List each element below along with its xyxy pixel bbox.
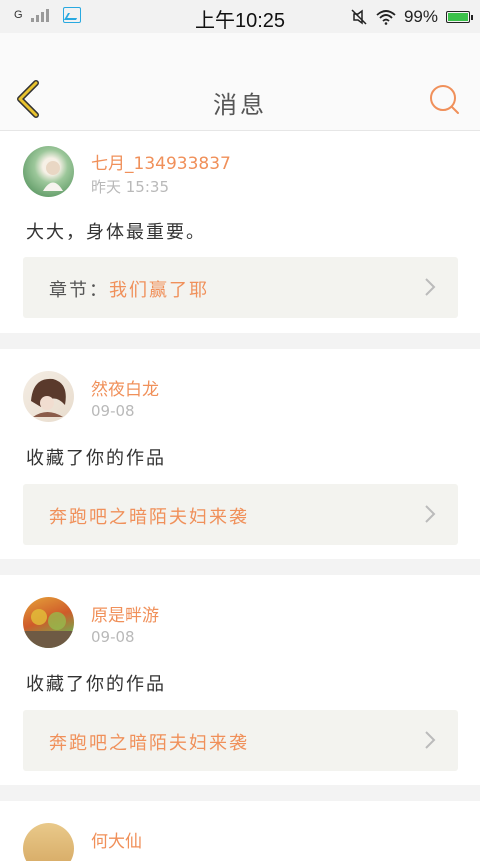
- message-item[interactable]: 原是畔游 09-08 收藏了你的作品 奔跑吧之暗陌夫妇来袭: [0, 575, 480, 785]
- gallery-notification-icon: [62, 7, 81, 23]
- message-content: 收藏了你的作品: [26, 448, 166, 469]
- message-item[interactable]: 何大仙: [0, 801, 480, 861]
- page-title: 消息: [213, 91, 267, 119]
- username[interactable]: 然夜白龙: [91, 375, 159, 400]
- search-button[interactable]: [428, 83, 460, 115]
- battery-icon: [446, 11, 473, 23]
- message-item[interactable]: 然夜白龙 09-08 收藏了你的作品 奔跑吧之暗陌夫妇来袭: [0, 349, 480, 559]
- divider: [0, 559, 480, 575]
- chevron-right-icon: [425, 505, 436, 523]
- wifi-icon: [376, 10, 396, 25]
- work-link[interactable]: 奔跑吧之暗陌夫妇来袭: [23, 710, 458, 771]
- message-time: 09-08: [91, 402, 135, 420]
- username[interactable]: 原是畔游: [91, 601, 159, 626]
- network-type: G: [14, 9, 23, 21]
- app-header: 消息: [0, 33, 480, 131]
- chapter-link[interactable]: 章节：我们赢了耶: [23, 257, 458, 318]
- message-item[interactable]: 七月_134933837 昨天 15:35 大大，身体最重要。 章节：我们赢了耶: [0, 131, 480, 333]
- chevron-right-icon: [425, 731, 436, 749]
- work-title: 奔跑吧之暗陌夫妇来袭: [49, 507, 249, 528]
- work-title: 奔跑吧之暗陌夫妇来袭: [49, 733, 249, 754]
- chapter-title: 我们赢了耶: [109, 280, 209, 301]
- username[interactable]: 何大仙: [91, 827, 142, 852]
- work-link[interactable]: 奔跑吧之暗陌夫妇来袭: [23, 484, 458, 545]
- message-list: 七月_134933837 昨天 15:35 大大，身体最重要。 章节：我们赢了耶…: [0, 131, 480, 861]
- message-content: 大大，身体最重要。: [26, 222, 206, 243]
- avatar[interactable]: [23, 371, 74, 422]
- chapter-prefix: 章节：: [49, 280, 109, 301]
- message-time: 09-08: [91, 628, 135, 646]
- message-time: 昨天 15:35: [91, 178, 169, 196]
- battery-percent: 99%: [403, 7, 438, 26]
- divider: [0, 333, 480, 349]
- chevron-right-icon: [425, 278, 436, 296]
- divider: [0, 785, 480, 801]
- username[interactable]: 七月_134933837: [91, 149, 231, 174]
- status-bar: G 上午10:25 99%: [0, 0, 480, 33]
- avatar[interactable]: [23, 146, 74, 197]
- message-content: 收藏了你的作品: [26, 674, 166, 695]
- mute-icon: [351, 9, 367, 25]
- avatar[interactable]: [23, 597, 74, 648]
- signal-icon: [30, 8, 49, 22]
- search-icon: [430, 85, 459, 114]
- avatar[interactable]: [23, 823, 74, 861]
